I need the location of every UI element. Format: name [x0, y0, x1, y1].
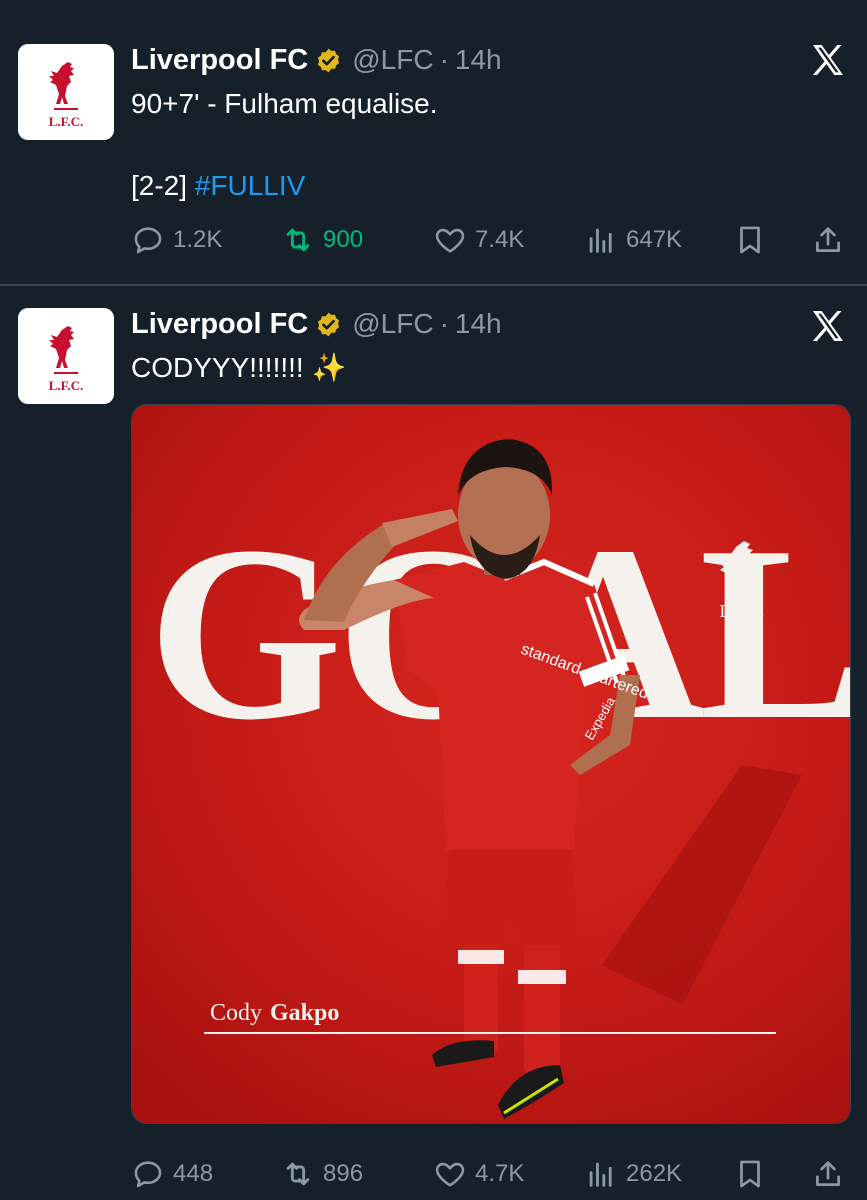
tweet-text-line-2: [2-2] #FULLIV: [131, 168, 305, 204]
separator-dot: ·: [439, 308, 449, 339]
bookmark-icon: [740, 1160, 760, 1188]
retweet-button[interactable]: 896: [281, 1154, 363, 1194]
retweet-icon: [286, 1162, 310, 1186]
like-button[interactable]: 4.7K: [433, 1154, 524, 1194]
retweet-icon: [286, 228, 310, 252]
heart-icon: [435, 1162, 465, 1187]
reply-button[interactable]: 1.2K: [131, 220, 222, 260]
liverbird-logo: L.F.C.: [49, 62, 84, 129]
share-button[interactable]: [811, 1154, 845, 1194]
author-name[interactable]: Liverpool FC: [131, 308, 308, 341]
tweet-text-line-1: 90+7' - Fulham equalise.: [131, 88, 438, 119]
reply-icon: [134, 227, 162, 254]
views-chart-icon: [589, 1162, 612, 1187]
avatar-crest-text: L.F.C.: [49, 114, 84, 129]
reply-button[interactable]: 448: [131, 1154, 213, 1194]
share-icon: [816, 227, 840, 252]
view-count: 262K: [626, 1160, 683, 1187]
hashtag-link[interactable]: #FULLIV: [195, 170, 306, 201]
x-logo-icon[interactable]: [808, 40, 848, 80]
reply-count: 448: [173, 1160, 214, 1187]
tweet-1[interactable]: L.F.C. Liverpool FC @LFC · 14h 90+7' - F…: [0, 0, 867, 284]
tweet-text: CODYYY!!!!!!! ✨: [131, 352, 347, 383]
reply-count: 1.2K: [173, 226, 223, 253]
player-first-name: Cody: [210, 1000, 262, 1026]
retweet-count: 896: [323, 1160, 364, 1187]
author-handle[interactable]: @LFC: [352, 308, 433, 340]
x-logo-icon[interactable]: [808, 306, 848, 346]
bookmark-icon: [740, 226, 760, 254]
views-chart-icon: [589, 228, 612, 253]
avatar[interactable]: L.F.C.: [18, 308, 114, 404]
separator-dot: ·: [439, 44, 449, 75]
like-count: 4.7K: [475, 1160, 525, 1187]
view-count: 647K: [626, 226, 683, 253]
score-text: [2-2]: [131, 170, 195, 201]
tweet-media-image[interactable]: GOAL: [131, 404, 851, 1124]
spacer-unused: [0, 437, 867, 477]
retweet-button[interactable]: 900: [281, 220, 363, 260]
tweet-header: Liverpool FC @LFC · 14h: [131, 304, 502, 344]
player-last-name: Gakpo: [270, 1000, 339, 1026]
tweet-header: Liverpool FC @LFC · 14h: [131, 40, 502, 80]
share-icon: [816, 1161, 840, 1186]
like-count: 7.4K: [475, 226, 525, 253]
goal-graphic: GOAL: [132, 405, 850, 1123]
retweet-count: 900: [323, 226, 364, 253]
liverbird-logo: L.F.C.: [49, 326, 84, 393]
tweet-actions: 1.2K 900 7.4K 647K: [0, 220, 867, 260]
name-underline: [204, 1032, 776, 1034]
author-handle[interactable]: @LFC: [352, 44, 433, 76]
avatar[interactable]: L.F.C.: [18, 44, 114, 140]
share-button[interactable]: [811, 220, 845, 260]
bookmark-button[interactable]: [733, 220, 767, 260]
bookmark-button[interactable]: [733, 1154, 767, 1194]
reply-icon: [134, 1161, 162, 1188]
verified-badge-icon: [315, 47, 342, 74]
tweet-actions: 448 896 4.7K 262K: [0, 1154, 867, 1194]
views-button[interactable]: 647K: [584, 220, 682, 260]
crest-text: L.F.C.: [719, 601, 764, 621]
like-button[interactable]: 7.4K: [433, 220, 524, 260]
views-button[interactable]: 262K: [584, 1154, 682, 1194]
heart-icon: [435, 228, 465, 253]
timestamp[interactable]: 14h: [455, 308, 502, 340]
timestamp[interactable]: 14h: [455, 44, 502, 76]
tweet-2[interactable]: L.F.C. Liverpool FC @LFC · 14h CODYYY!!!…: [0, 286, 867, 1200]
author-name[interactable]: Liverpool FC: [131, 44, 308, 77]
verified-badge-icon: [315, 311, 342, 338]
avatar-crest-text: L.F.C.: [49, 378, 84, 393]
